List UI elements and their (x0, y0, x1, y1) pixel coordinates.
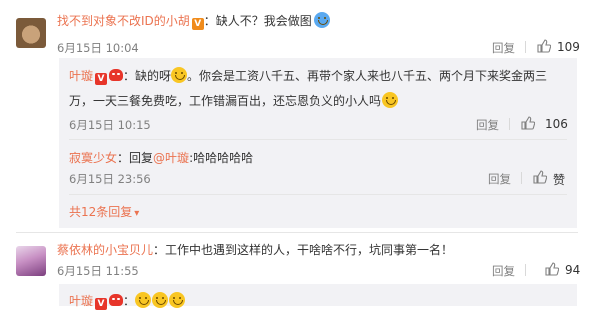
comment-time: 6月15日 10:04 (57, 41, 139, 55)
action-separator (525, 41, 526, 53)
like-count: 106 (545, 117, 568, 131)
reply-prefix: 回复 (129, 151, 154, 165)
avatar[interactable] (16, 18, 46, 48)
verified-badge-icon: V (95, 298, 108, 310)
colon: ： (123, 69, 136, 83)
mask-badge-icon (109, 69, 124, 81)
reply-time: 6月15日 23:56 (69, 172, 151, 186)
reply-text-part: 万，一天三餐免费吃，工作错漏百出，还忘恩负义的小人吗 (69, 94, 382, 108)
divider (69, 139, 567, 140)
reply-line-1: 寂寞少女：回复@叶璇:哈哈哈哈哈 (69, 149, 253, 166)
like-label[interactable]: 赞 (553, 171, 565, 188)
reply-line-1: 叶璇 V： (69, 292, 186, 310)
comment-text: 缺人不？我会做图 (215, 14, 312, 28)
divider (16, 232, 578, 233)
thumbs-up-icon[interactable] (537, 39, 551, 53)
action-separator (521, 172, 522, 184)
action-separator (509, 118, 510, 130)
like-count: 94 (565, 263, 581, 277)
reply-button[interactable]: 回复 (492, 40, 515, 56)
verified-badge-icon: V (191, 18, 204, 30)
reply-author-name[interactable]: 叶璇 (69, 69, 93, 83)
comment-text: 工作中也遇到这样的人，干啥啥不行，坑同事第一名！ (165, 243, 454, 257)
commenter-name[interactable]: 蔡依林的小宝贝儿 (57, 243, 153, 257)
smile-emoji-icon (171, 67, 188, 83)
emoji-icon (313, 12, 330, 28)
reply-author-name[interactable]: 寂寞少女 (69, 151, 117, 165)
reply-text-part: 。你会是工资八千五、再带个家人来也八千五、两个月下来奖金两三 (187, 69, 548, 83)
reply-button[interactable]: 回复 (476, 117, 499, 133)
thumbs-up-icon[interactable] (521, 116, 535, 130)
chevron-down-icon: ▾ (134, 208, 140, 219)
more-replies-link[interactable]: 共12条回复 ▾ (69, 203, 139, 220)
thumbs-up-icon[interactable] (533, 170, 547, 184)
reply-text-part: :哈哈哈哈哈 (189, 151, 254, 165)
comment-time: 6月15日 11:55 (57, 264, 139, 278)
action-separator (525, 264, 526, 276)
colon: ： (117, 151, 130, 165)
verified-badge-icon: V (95, 73, 108, 85)
colon: ： (203, 14, 216, 28)
avatar[interactable] (16, 246, 46, 276)
smile-emoji-icon (382, 92, 399, 108)
comment-header: 蔡依林的小宝贝儿：工作中也遇到这样的人，干啥啥不行，坑同事第一名！ (57, 241, 453, 258)
commenter-name[interactable]: 找不到对象不改ID的小胡 (57, 14, 190, 28)
reply-button[interactable]: 回复 (488, 171, 511, 187)
reply-text-part: 缺的呀 (135, 69, 172, 83)
reply-button[interactable]: 回复 (492, 263, 515, 279)
mask-badge-icon (109, 294, 124, 306)
reply-line-2: 万，一天三餐免费吃，工作错漏百出，还忘恩负义的小人吗 (69, 92, 399, 109)
colon: ： (153, 243, 166, 257)
reply-line-1: 叶璇 V ：缺的呀 。你会是工资八千五、再带个家人来也八千五、两个月下来奖金两三 (69, 67, 547, 85)
mention-link[interactable]: @叶璇 (153, 151, 189, 165)
more-replies-label[interactable]: 共12条回复 (69, 205, 132, 219)
reply-time: 6月15日 10:15 (69, 118, 151, 132)
like-count: 109 (557, 40, 580, 54)
thumbs-up-icon[interactable] (545, 262, 559, 276)
divider (69, 194, 567, 195)
comment-header: 找不到对象不改ID的小胡 V ：缺人不？我会做图 (57, 12, 330, 30)
